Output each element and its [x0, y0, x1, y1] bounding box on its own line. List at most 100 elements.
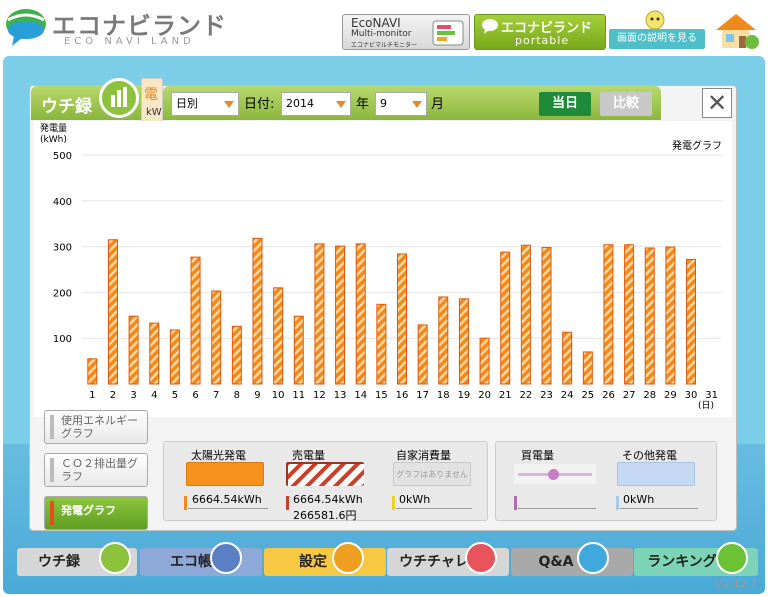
x-tick-label: 20	[478, 390, 491, 401]
bar-day-3[interactable]	[128, 315, 139, 385]
bar-day-25[interactable]	[582, 351, 593, 385]
bar-day-10[interactable]	[273, 287, 284, 385]
co2-graph-marker	[50, 458, 54, 482]
mode-select[interactable]: 日別	[171, 92, 239, 116]
year-select-value: 2014	[286, 97, 314, 110]
bar-day-7[interactable]	[211, 290, 222, 385]
nav-ranking-crown-icon	[716, 542, 748, 574]
bar-day-22[interactable]	[520, 244, 531, 385]
nav-ecocho[interactable]: エコ帳	[140, 542, 262, 576]
close-button[interactable]: ✕	[702, 88, 732, 118]
year-select[interactable]: 2014	[281, 92, 351, 116]
portable-button[interactable]: エコナビランド portable	[474, 14, 606, 50]
help-button[interactable]: 画面の説明を見る	[609, 29, 705, 49]
month-select[interactable]: 9	[375, 92, 427, 116]
generation-bar-chart: 1002003004005001 2 3 4 5 6 7 8 9 10 11 12 13 14 15 16 17…	[53, 151, 722, 401]
other-generation-title: その他発電	[622, 449, 677, 462]
x-tick-label: 16	[396, 390, 409, 401]
x-tick-label: 22	[520, 390, 533, 401]
x-tick-label: 25	[581, 390, 594, 401]
bar-day-15[interactable]	[376, 303, 387, 385]
purchase-slider[interactable]	[514, 464, 596, 484]
nav-uchiroku[interactable]: ウチ録	[17, 542, 137, 576]
side-tab-unit: kW	[146, 107, 162, 118]
sold-value-yen: 266581.6円	[293, 509, 357, 522]
bar-day-6[interactable]	[190, 256, 201, 385]
eco-navi-land-logo[interactable]: エコナビランド ECO NAVI LAND	[4, 4, 244, 50]
portable-subtitle: portable	[515, 34, 570, 47]
x-tick-label: 23	[540, 390, 553, 401]
bar-day-8[interactable]	[231, 325, 242, 385]
bar-day-14[interactable]	[355, 243, 366, 385]
bar-day-23[interactable]	[541, 247, 552, 385]
self-consumption-marker	[392, 496, 395, 510]
power-side-tab[interactable]: 電 kW	[141, 78, 163, 122]
side-tab-char: 電	[144, 87, 158, 103]
bar-day-13[interactable]	[335, 245, 346, 385]
bar-day-16[interactable]	[397, 253, 407, 385]
bar-day-1[interactable]	[87, 358, 98, 385]
co2-graph-button[interactable]: ＣＯ２排出量グラフ	[44, 453, 148, 487]
month-label: 月	[431, 97, 445, 112]
self-consumption-underline	[396, 508, 472, 509]
nav-uchichare-label: ウチチャレ	[399, 554, 469, 570]
panel-tab-label: ウチ録	[41, 97, 92, 117]
bar-day-29[interactable]	[665, 246, 676, 385]
portable-logo-icon	[482, 19, 498, 34]
energy-graph-marker	[50, 415, 54, 439]
econavi-subtitle-jp: エコナビマルチモニター	[351, 42, 418, 49]
compare-button[interactable]: 比較	[600, 92, 652, 116]
bar-day-19[interactable]	[458, 298, 469, 385]
house-icon[interactable]	[712, 10, 760, 50]
sold-marker	[286, 496, 289, 510]
date-label: 日付:	[244, 97, 275, 112]
bar-day-9[interactable]	[252, 237, 263, 385]
bar-day-2[interactable]	[107, 239, 118, 385]
bar-day-30[interactable]	[686, 258, 697, 385]
today-button[interactable]: 当日	[539, 92, 591, 116]
nav-qa[interactable]: Q&A	[511, 542, 633, 576]
x-tick-label: 19	[458, 390, 471, 401]
nav-ranking[interactable]: ランキング	[634, 542, 758, 576]
purchase-slider-thumb[interactable]	[548, 469, 559, 480]
self-consumption-value: 0kWh	[399, 493, 431, 506]
solar-title: 太陽光発電	[191, 449, 246, 462]
energy-usage-graph-button[interactable]: 使用エネルギーグラフ	[44, 410, 148, 444]
purchase-marker	[514, 496, 517, 510]
nav-settings[interactable]: 設定	[264, 542, 386, 576]
bar-day-26[interactable]	[603, 244, 614, 385]
generation-graph-button[interactable]: 発電グラフ	[44, 496, 148, 530]
solar-swatch	[186, 462, 264, 486]
bar-day-24[interactable]	[562, 331, 573, 385]
x-axis-unit-label: (日)	[698, 401, 715, 411]
bar-day-4[interactable]	[149, 322, 160, 385]
energy-graph-label: 使用エネルギーグラフ	[61, 414, 138, 440]
nav-uchichare-flag-icon	[465, 542, 497, 574]
bar-day-28[interactable]	[644, 247, 655, 385]
bar-day-21[interactable]	[500, 251, 511, 385]
y-tick-label: 100	[53, 334, 72, 345]
other-generation-swatch	[617, 462, 695, 486]
y-tick-label: 400	[53, 197, 72, 208]
y-tick-label: 200	[53, 288, 72, 299]
generation-graph-marker	[50, 501, 54, 525]
mode-dropdown-arrow-icon	[224, 101, 234, 108]
bar-day-12[interactable]	[314, 243, 325, 385]
nav-settings-wrench-icon	[332, 542, 364, 574]
bar-day-17[interactable]	[417, 324, 428, 385]
x-tick-label: 12	[313, 390, 326, 401]
solar-marker	[184, 496, 187, 510]
bar-day-20[interactable]	[479, 337, 490, 385]
bar-chart-icon	[99, 78, 139, 118]
x-tick-label: 3	[130, 390, 136, 401]
solar-value: 6664.54kWh	[192, 493, 262, 506]
bar-day-27[interactable]	[624, 244, 635, 385]
nav-uchichare[interactable]: ウチチャレ	[387, 542, 509, 576]
x-tick-label: 18	[437, 390, 450, 401]
bar-day-18[interactable]	[438, 296, 449, 385]
bar-day-11[interactable]	[293, 315, 304, 385]
y-tick-label: 500	[53, 151, 72, 162]
econavi-multimonitor-button[interactable]: EcoNAVI Multi-monitor エコナビマルチモニター	[342, 14, 470, 50]
x-tick-label: 4	[151, 390, 157, 401]
bar-day-5[interactable]	[169, 329, 180, 385]
